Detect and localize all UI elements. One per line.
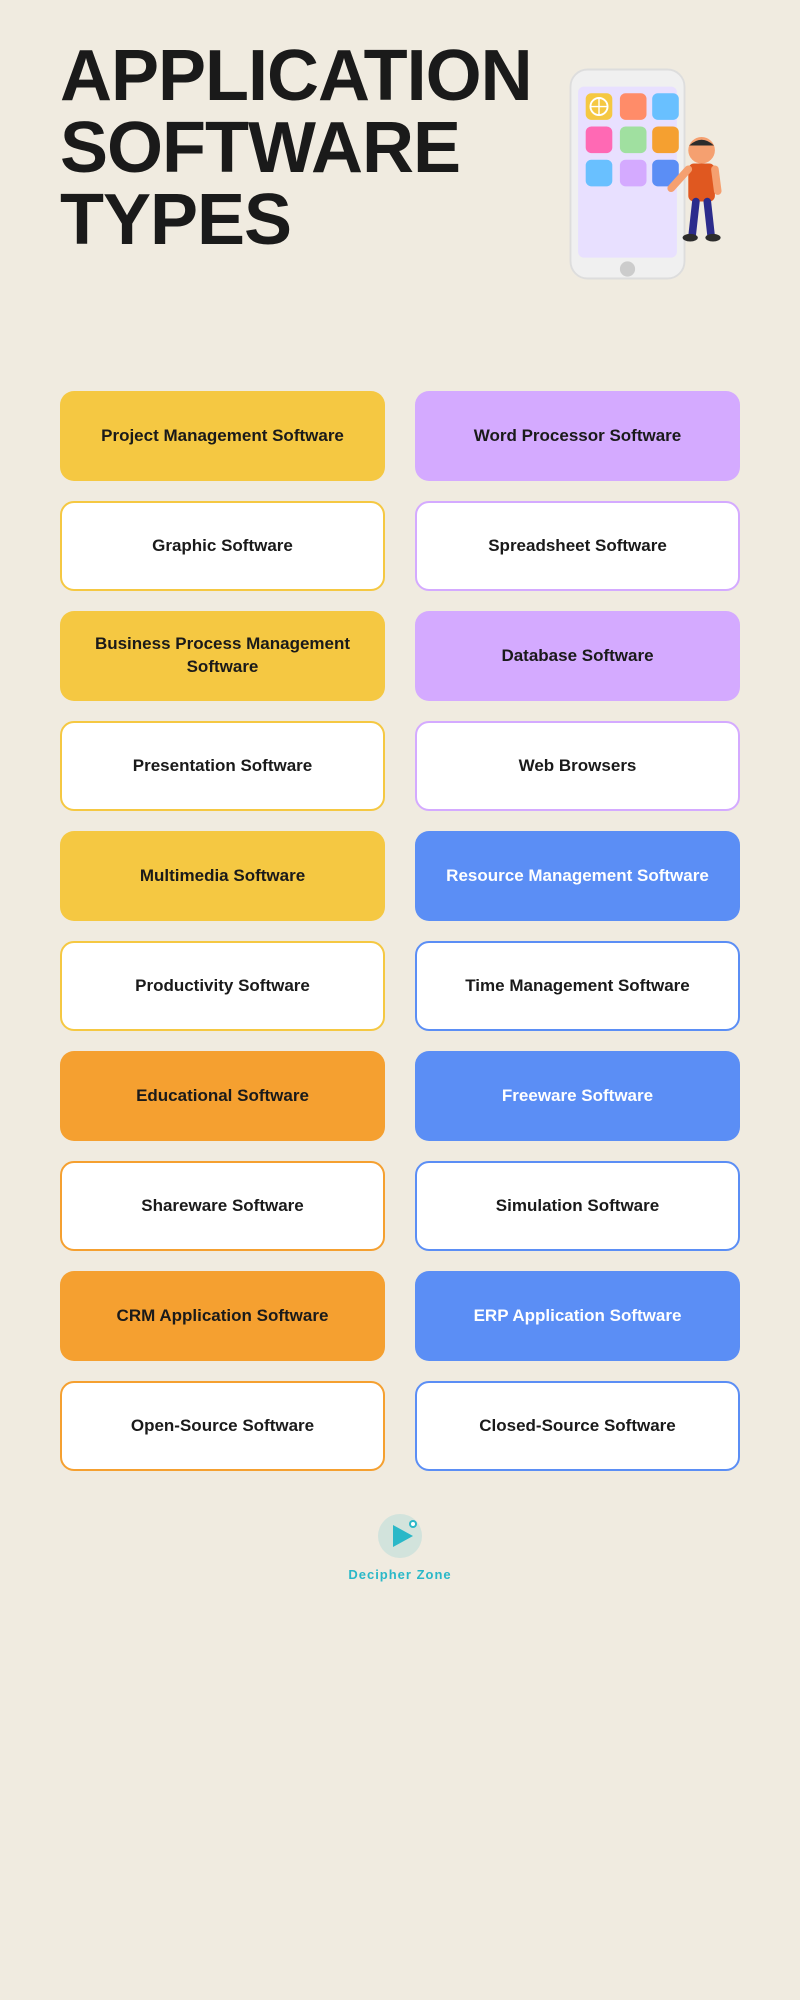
decipher-zone-icon — [375, 1511, 425, 1561]
software-card-20: Closed-Source Software — [415, 1381, 740, 1471]
footer-section: Decipher Zone — [60, 1511, 740, 1602]
software-card-15: Shareware Software — [60, 1161, 385, 1251]
software-card-2: Word Processor Software — [415, 391, 740, 481]
software-card-14: Freeware Software — [415, 1051, 740, 1141]
cards-grid: Project Management Software Word Processo… — [60, 391, 740, 1471]
phone-illustration — [542, 60, 742, 331]
title-block: APPLICATION SOFTWARE TYPES — [60, 40, 532, 256]
software-card-7: Presentation Software — [60, 721, 385, 811]
software-card-8: Web Browsers — [415, 721, 740, 811]
software-card-10: Resource Management Software — [415, 831, 740, 921]
software-card-6: Database Software — [415, 611, 740, 701]
main-title: APPLICATION SOFTWARE TYPES — [60, 40, 532, 256]
software-card-16: Simulation Software — [415, 1161, 740, 1251]
page-wrapper: APPLICATION SOFTWARE TYPES — [0, 0, 800, 1662]
software-card-9: Multimedia Software — [60, 831, 385, 921]
software-card-4: Spreadsheet Software — [415, 501, 740, 591]
software-card-11: Productivity Software — [60, 941, 385, 1031]
software-card-1: Project Management Software — [60, 391, 385, 481]
software-card-5: Business Process Management Software — [60, 611, 385, 701]
software-card-13: Educational Software — [60, 1051, 385, 1141]
header-section: APPLICATION SOFTWARE TYPES — [60, 40, 740, 331]
software-card-19: Open-Source Software — [60, 1381, 385, 1471]
software-card-18: ERP Application Software — [415, 1271, 740, 1361]
software-card-12: Time Management Software — [415, 941, 740, 1031]
brand-name: Decipher Zone — [348, 1567, 451, 1582]
software-card-17: CRM Application Software — [60, 1271, 385, 1361]
software-card-3: Graphic Software — [60, 501, 385, 591]
footer-logo: Decipher Zone — [348, 1511, 451, 1582]
